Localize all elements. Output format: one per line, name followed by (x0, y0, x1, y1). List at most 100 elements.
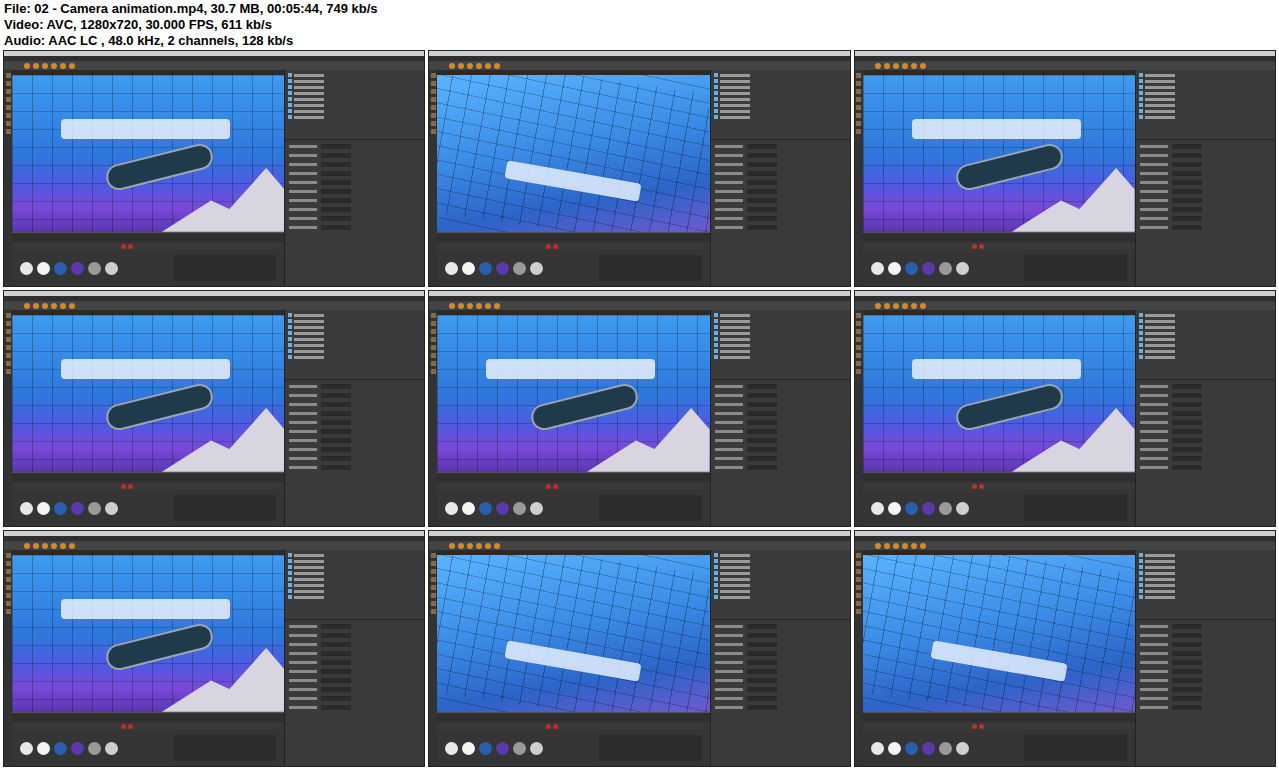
attribute-row[interactable] (715, 447, 846, 452)
tool-icon[interactable] (6, 89, 11, 94)
viewport[interactable] (12, 315, 284, 472)
attribute-row[interactable] (289, 225, 420, 230)
object-row[interactable] (288, 571, 421, 575)
material-sphere[interactable] (445, 502, 458, 515)
object-row[interactable] (714, 589, 847, 593)
attribute-field[interactable] (747, 651, 777, 656)
object-row[interactable] (288, 319, 421, 323)
attribute-field[interactable] (747, 420, 777, 425)
attribute-field[interactable] (321, 420, 351, 425)
object-row[interactable] (1139, 79, 1272, 83)
attribute-field[interactable] (321, 198, 351, 203)
material-sphere[interactable] (105, 502, 118, 515)
object-row[interactable] (1139, 313, 1272, 317)
object-row[interactable] (288, 325, 421, 329)
attribute-field[interactable] (747, 429, 777, 434)
material-sphere[interactable] (105, 742, 118, 755)
attribute-field[interactable] (1172, 420, 1202, 425)
object-row[interactable] (714, 85, 847, 89)
record-icon[interactable] (121, 724, 126, 729)
object-row[interactable] (1139, 349, 1272, 353)
attribute-field[interactable] (747, 144, 777, 149)
attribute-row[interactable] (289, 402, 420, 407)
object-row[interactable] (714, 79, 847, 83)
tool-icon[interactable] (856, 105, 861, 110)
tool-icon[interactable] (6, 561, 11, 566)
material-sphere[interactable] (479, 742, 492, 755)
attribute-field[interactable] (747, 456, 777, 461)
attribute-field[interactable] (1172, 624, 1202, 629)
material-sphere[interactable] (496, 742, 509, 755)
object-row[interactable] (288, 109, 421, 113)
viewport[interactable] (437, 75, 709, 232)
material-sphere[interactable] (905, 742, 918, 755)
tool-icon[interactable] (33, 543, 39, 549)
material-sphere[interactable] (37, 742, 50, 755)
tool-icon[interactable] (920, 543, 926, 549)
attribute-row[interactable] (715, 642, 846, 647)
attribute-field[interactable] (1172, 429, 1202, 434)
attribute-row[interactable] (1140, 207, 1271, 212)
material-sphere[interactable] (479, 262, 492, 275)
attribute-field[interactable] (321, 216, 351, 221)
attribute-row[interactable] (715, 384, 846, 389)
object-row[interactable] (1139, 577, 1272, 581)
tool-icon[interactable] (856, 593, 861, 598)
material-sphere[interactable] (496, 262, 509, 275)
tool-icon[interactable] (42, 303, 48, 309)
object-row[interactable] (1139, 595, 1272, 599)
object-row[interactable] (288, 343, 421, 347)
attribute-field[interactable] (321, 429, 351, 434)
attribute-field[interactable] (321, 669, 351, 674)
tool-icon[interactable] (24, 303, 30, 309)
tool-icon[interactable] (6, 577, 11, 582)
tool-icon[interactable] (431, 73, 436, 78)
tool-icon[interactable] (6, 601, 11, 606)
tool-icon[interactable] (494, 63, 500, 69)
attribute-field[interactable] (321, 144, 351, 149)
viewport[interactable] (863, 315, 1135, 472)
tool-icon[interactable] (476, 303, 482, 309)
material-sphere[interactable] (888, 502, 901, 515)
attribute-row[interactable] (715, 420, 846, 425)
material-sphere[interactable] (54, 742, 67, 755)
object-row[interactable] (288, 553, 421, 557)
tool-icon[interactable] (476, 63, 482, 69)
tool-icon[interactable] (893, 543, 899, 549)
attribute-row[interactable] (715, 144, 846, 149)
attribute-row[interactable] (715, 180, 846, 185)
object-row[interactable] (1139, 589, 1272, 593)
tool-icon[interactable] (494, 303, 500, 309)
attribute-row[interactable] (1140, 384, 1271, 389)
attribute-field[interactable] (747, 624, 777, 629)
attribute-row[interactable] (1140, 696, 1271, 701)
tool-icon[interactable] (431, 81, 436, 86)
attribute-field[interactable] (1172, 198, 1202, 203)
attribute-field[interactable] (1172, 447, 1202, 452)
tool-icon[interactable] (856, 361, 861, 366)
attribute-field[interactable] (747, 402, 777, 407)
material-sphere[interactable] (496, 502, 509, 515)
object-row[interactable] (1139, 559, 1272, 563)
object-row[interactable] (288, 589, 421, 593)
material-sphere[interactable] (20, 502, 33, 515)
attribute-field[interactable] (321, 447, 351, 452)
tool-icon[interactable] (458, 303, 464, 309)
attribute-field[interactable] (747, 393, 777, 398)
attribute-row[interactable] (1140, 465, 1271, 470)
tool-icon[interactable] (60, 543, 66, 549)
attribute-row[interactable] (289, 393, 420, 398)
attribute-row[interactable] (289, 669, 420, 674)
record-icon[interactable] (121, 244, 126, 249)
object-row[interactable] (288, 97, 421, 101)
attribute-field[interactable] (747, 189, 777, 194)
attribute-field[interactable] (1172, 633, 1202, 638)
attribute-field[interactable] (1172, 678, 1202, 683)
tool-icon[interactable] (431, 585, 436, 590)
viewport[interactable] (12, 555, 284, 712)
material-sphere[interactable] (922, 262, 935, 275)
tool-icon[interactable] (69, 63, 75, 69)
object-row[interactable] (1139, 571, 1272, 575)
tool-icon[interactable] (6, 121, 11, 126)
material-sphere[interactable] (445, 262, 458, 275)
